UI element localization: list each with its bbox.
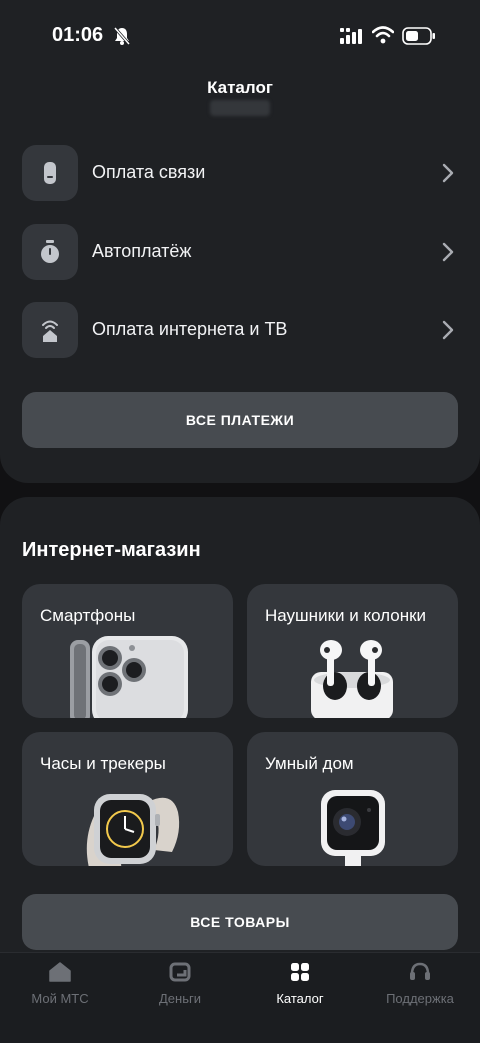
status-time: 01:06 xyxy=(52,24,104,46)
tile-watches-trackers[interactable]: Часы и трекеры xyxy=(22,732,233,866)
smartwatch-image xyxy=(86,794,180,866)
tile-label: Наушники и колонки xyxy=(265,606,427,625)
blurred-subtitle xyxy=(210,100,270,116)
headset-icon xyxy=(410,962,430,980)
tile-smartphones[interactable]: Смартфоны xyxy=(22,584,233,718)
home-icon xyxy=(49,962,71,982)
tab-catalog[interactable]: Каталог xyxy=(240,953,360,1013)
menu-item-internet-tv-payment[interactable]: Оплата интернета и ТВ xyxy=(22,302,458,360)
earbuds-image xyxy=(311,640,393,718)
all-products-button[interactable]: ВСЕ ТОВАРЫ xyxy=(22,894,458,950)
signal-icon xyxy=(340,28,362,44)
tab-my-mts[interactable]: Мой МТС xyxy=(0,953,120,1013)
menu-item-label: Оплата интернета и ТВ xyxy=(92,319,288,339)
chevron-right-icon xyxy=(442,320,454,340)
tab-label: Деньги xyxy=(159,991,201,1006)
router-icon xyxy=(22,302,78,358)
menu-item-label: Автоплатёж xyxy=(92,241,192,261)
tile-label: Часы и трекеры xyxy=(40,754,166,773)
tab-bar: Мой МТС Деньги Каталог Поддержка xyxy=(0,952,480,1043)
phone-icon xyxy=(22,145,78,201)
tile-label: Смартфоны xyxy=(40,606,136,625)
all-payments-button[interactable]: ВСЕ ПЛАТЕЖИ xyxy=(22,392,458,448)
menu-item-label: Оплата связи xyxy=(92,162,206,182)
page-title: Каталог xyxy=(207,78,273,97)
grid-icon xyxy=(291,963,309,981)
payments-panel: 01:06 Каталог Оплата связи Автоплатёж Оп… xyxy=(0,0,480,483)
tab-money[interactable]: Деньги xyxy=(120,953,240,1013)
battery-icon xyxy=(402,27,435,45)
status-bar: 01:06 xyxy=(0,18,480,54)
wallet-icon xyxy=(169,962,191,982)
camera-image xyxy=(321,790,385,866)
tab-support[interactable]: Поддержка xyxy=(360,953,480,1013)
tab-label: Поддержка xyxy=(386,991,454,1006)
tab-label: Каталог xyxy=(276,991,324,1006)
tile-smart-home[interactable]: Умный дом xyxy=(247,732,458,866)
bell-off-icon xyxy=(113,27,131,45)
chevron-right-icon xyxy=(442,163,454,183)
chevron-right-icon xyxy=(442,242,454,262)
shop-title: Интернет-магазин xyxy=(22,539,201,561)
wifi-icon xyxy=(372,26,394,44)
menu-item-mobile-payment[interactable]: Оплата связи xyxy=(22,145,458,203)
tile-label: Умный дом xyxy=(265,754,354,773)
menu-item-autopay[interactable]: Автоплатёж xyxy=(22,224,458,282)
tab-label: Мой МТС xyxy=(31,991,89,1006)
stopwatch-icon xyxy=(22,224,78,280)
smartphone-image xyxy=(70,636,188,718)
tile-headphones-speakers[interactable]: Наушники и колонки xyxy=(247,584,458,718)
